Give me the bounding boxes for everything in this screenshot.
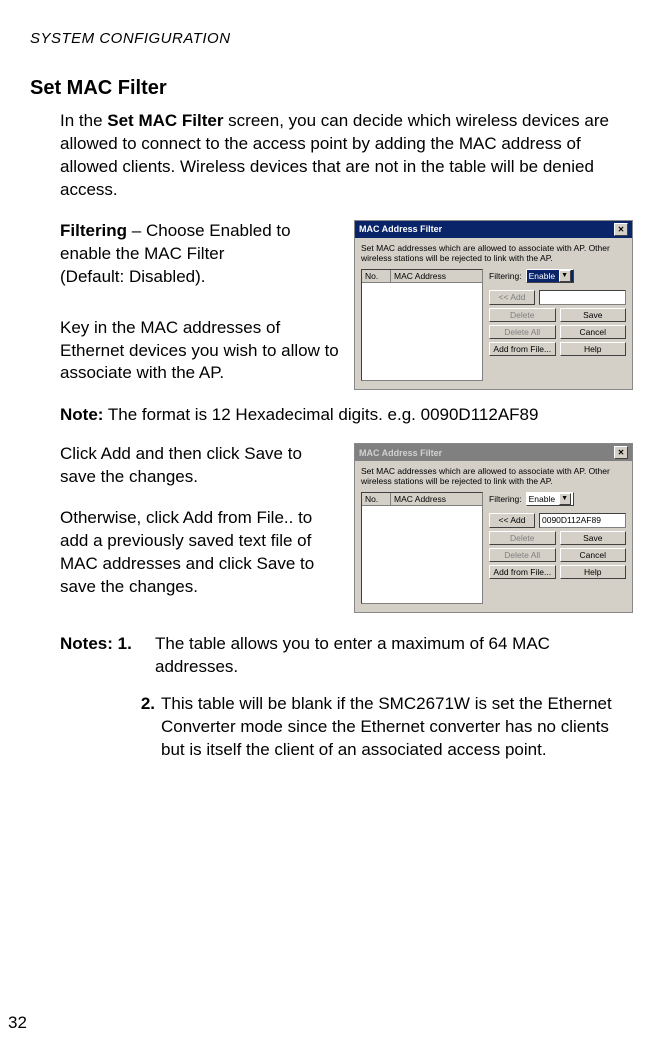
delete-button[interactable]: Delete <box>489 308 556 322</box>
cancel-button[interactable]: Cancel <box>560 325 627 339</box>
save-button[interactable]: Save <box>560 308 627 322</box>
mac-filter-dialog-2: MAC Address Filter ✕ Set MAC addresses w… <box>354 443 633 613</box>
add-button[interactable]: << Add <box>489 290 535 305</box>
filtering-select-label: Filtering: <box>489 271 522 281</box>
dialog-titlebar-inactive: MAC Address Filter ✕ <box>355 444 632 461</box>
add-from-file-button-2[interactable]: Add from File... <box>489 565 556 579</box>
chevron-down-icon: ▼ <box>559 270 571 282</box>
click-para-1: Click Add and then click Save to save th… <box>60 443 339 489</box>
mac-listbox[interactable]: No. MAC Address <box>361 269 483 381</box>
help-button-2[interactable]: Help <box>560 565 627 579</box>
intro-pre: In the <box>60 111 107 130</box>
help-button[interactable]: Help <box>560 342 627 356</box>
filtering-dropdown-value: Enable <box>529 271 555 281</box>
delete-all-button[interactable]: Delete All <box>489 325 556 339</box>
running-head: SYSTEM CONFIGURATION <box>30 30 633 47</box>
notes-item-2: 2. This table will be blank if the SMC26… <box>60 693 633 762</box>
filtering-dropdown-2[interactable]: Enable ▼ <box>526 492 574 506</box>
filtering-select-label-2: Filtering: <box>489 494 522 504</box>
add-button-2[interactable]: << Add <box>489 513 535 528</box>
col-header-no-2: No. <box>362 493 391 505</box>
click-para-2: Otherwise, click Add from File.. to add … <box>60 507 339 599</box>
mac-input[interactable] <box>539 290 626 305</box>
intro-bold: Set MAC Filter <box>107 111 223 130</box>
section-title: Set MAC Filter <box>30 77 633 100</box>
note-text: The format is 12 Hexadecimal digits. e.g… <box>103 405 538 424</box>
add-from-file-button[interactable]: Add from File... <box>489 342 556 356</box>
dialog-instructions: Set MAC addresses which are allowed to a… <box>361 243 626 263</box>
dialog-title-text-2: MAC Address Filter <box>359 448 442 458</box>
close-icon[interactable]: ✕ <box>614 223 628 236</box>
notes-label-2: 2. <box>60 693 161 762</box>
filtering-label-bold: Filtering <box>60 221 127 240</box>
filtering-dropdown-value-2: Enable <box>529 494 555 504</box>
close-icon[interactable]: ✕ <box>614 446 628 459</box>
delete-button-2[interactable]: Delete <box>489 531 556 545</box>
cancel-button-2[interactable]: Cancel <box>560 548 627 562</box>
note-label: Note: <box>60 405 103 424</box>
col-header-no: No. <box>362 270 391 282</box>
col-header-mac: MAC Address <box>391 270 482 282</box>
filtering-dropdown[interactable]: Enable ▼ <box>526 269 574 283</box>
intro-paragraph: In the Set MAC Filter screen, you can de… <box>60 110 633 202</box>
mac-input-2[interactable]: 0090D112AF89 <box>539 513 626 528</box>
chevron-down-icon: ▼ <box>559 493 571 505</box>
keyin-paragraph: Key in the MAC addresses of Ethernet dev… <box>60 317 339 386</box>
mac-listbox-2[interactable]: No. MAC Address <box>361 492 483 604</box>
notes-text-1: The table allows you to enter a maximum … <box>155 633 633 679</box>
save-button-2[interactable]: Save <box>560 531 627 545</box>
filtering-paragraph: Filtering – Choose Enabled to enable the… <box>60 220 339 289</box>
dialog-titlebar: MAC Address Filter ✕ <box>355 221 632 238</box>
filtering-desc-2: (Default: Disabled). <box>60 267 206 286</box>
dialog-instructions-2: Set MAC addresses which are allowed to a… <box>361 466 626 486</box>
page-number: 32 <box>8 1013 27 1033</box>
note-line: Note: The format is 12 Hexadecimal digit… <box>60 404 633 427</box>
notes-item-1: Notes: 1. The table allows you to enter … <box>60 633 633 679</box>
col-header-mac-2: MAC Address <box>391 493 482 505</box>
dialog-title-text: MAC Address Filter <box>359 224 442 234</box>
delete-all-button-2[interactable]: Delete All <box>489 548 556 562</box>
notes-label-1: Notes: 1. <box>60 633 155 679</box>
mac-filter-dialog-1: MAC Address Filter ✕ Set MAC addresses w… <box>354 220 633 390</box>
notes-text-2: This table will be blank if the SMC2671W… <box>161 693 633 762</box>
